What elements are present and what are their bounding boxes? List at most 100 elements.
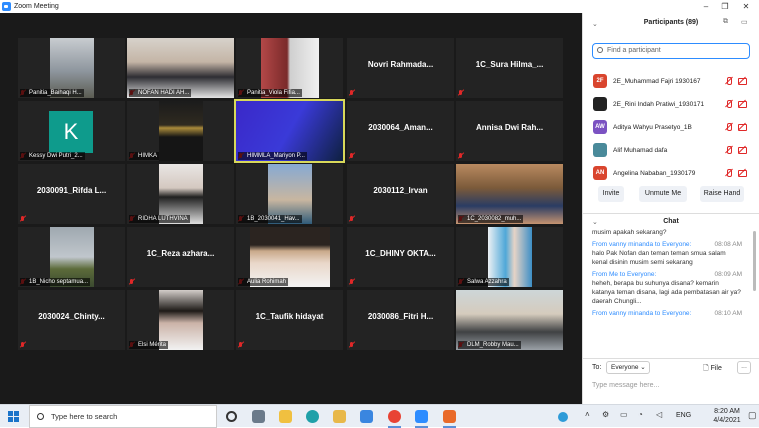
powerpoint-icon[interactable] [443,410,456,428]
video-off-icon [738,100,747,108]
video-tile[interactable]: HIMKA [127,101,234,161]
video-tile[interactable]: Panitia_Baihaqi H... [18,38,125,98]
muted-mic-icon [349,279,355,285]
window-icon[interactable]: ▭ [741,18,748,26]
start-button[interactable] [8,411,19,422]
chat-text: halo Pak Nofan dan teman teman smua sala… [592,250,726,266]
video-tile[interactable]: NOFAN HADI AH... [127,38,234,98]
muted-mic-icon [725,100,733,108]
raise-hand-button[interactable]: Raise Hand [700,186,744,202]
video-tile[interactable]: Annisa Dwi Rah... [456,101,563,161]
network-icon[interactable]: ◔ [638,410,643,419]
participant-display-name: 1C_DHINY OKTA... [365,249,436,258]
muted-mic-icon [349,216,355,222]
more-button[interactable]: ... [737,361,751,374]
zoom-taskbar-icon[interactable] [415,410,428,428]
video-tile[interactable]: DLM_Robby Mau... [456,290,563,350]
participants-title: Participants (89) [643,19,699,26]
participant-label: Elsi Mérita [129,341,169,349]
participant-display-name: 1C_Taufik hidayat [255,312,324,321]
muted-mic-icon [725,146,733,154]
popout-icon[interactable]: ⧉ [723,18,728,26]
video-tile[interactable]: 1B_2030041_Hav... [236,164,343,224]
chat-scrollbar[interactable] [753,231,756,291]
participant-search-input[interactable]: Find a participant [592,43,750,59]
unmute-me-button[interactable]: Unmute Me [639,186,687,202]
video-tile[interactable]: K Kessy Dwi Putri_2... [18,101,125,161]
chat-text: heheh, berapa bu suhunya disana? kemarin… [592,280,741,305]
close-button[interactable]: ✕ [737,0,755,13]
chat-input[interactable]: Type message here... [592,382,659,389]
video-tile[interactable]: 2030091_Rifda L... [18,164,125,224]
participant-row[interactable]: 2E_Rini Indah Pratiwi_1930171 [591,93,753,115]
video-tile[interactable]: 2030024_Chinty... [18,290,125,350]
battery-icon[interactable]: ▭ [620,410,628,419]
video-tile[interactable]: 2030112_Irvan [347,164,454,224]
edge-icon[interactable] [306,410,319,423]
bluetooth-icon[interactable]: ⚙ [602,410,609,419]
participant-row[interactable]: AW Aditya Wahyu Prasetyo_1B [591,116,753,138]
chat-chevron-down-icon[interactable]: ⌄ [592,218,598,226]
maximize-button[interactable]: ❐ [716,0,734,13]
video-tile[interactable]: 2030064_Aman... [347,101,454,161]
video-tile[interactable]: HIMMLA_Mariyon P... [234,99,345,163]
participant-display-name: Annisa Dwi Rah... [475,123,544,132]
chrome-icon[interactable] [388,410,401,428]
video-tile[interactable]: 1C_Reza azhara... [127,227,234,287]
avatar: 2F [593,74,607,88]
k-logo-icon: K [49,111,93,153]
taskbar-search-input[interactable]: Type here to search [29,405,217,428]
video-tile[interactable]: 2030086_Fitri H... [347,290,454,350]
participant-name: Angelina Nababan_1930179 [613,170,696,177]
video-tile[interactable]: Novri Rahmada... [347,38,454,98]
people-icon[interactable] [558,412,568,422]
participant-label: Kessy Dwi Putri_2... [20,152,85,160]
video-tile[interactable]: 1C_Taufik hidayat [236,290,343,350]
muted-mic-icon [725,123,733,131]
chat-message: From Me to Everyone: 08:09 AM heheh, berap… [592,270,742,306]
participant-name: 2E_Muhammad Fajri 1930167 [613,78,701,85]
video-off-icon [738,169,747,177]
participant-row[interactable]: 2F 2E_Muhammad Fajri 1930167 [591,70,753,92]
muted-mic-icon [349,153,355,159]
video-tile[interactable]: 1C_2030082_muh... [456,164,563,224]
clock-time: 8:20 AM [714,408,740,415]
volume-icon[interactable]: ◁ [656,410,662,419]
video-tile[interactable]: 1C_DHINY OKTA... [347,227,454,287]
participant-row[interactable]: Alif Muhamad dafa [591,139,753,161]
participant-label: Panitia_Baihaqi H... [20,89,84,97]
invite-button[interactable]: Invite [598,186,624,202]
video-tile[interactable]: Salwa Azzahra [456,227,563,287]
video-tile[interactable]: Elsi Mérita [127,290,234,350]
side-panel: ⌄ Participants (89) ⧉ ▭ Find a participa… [582,13,759,404]
search-icon [37,413,44,420]
video-tile[interactable]: RIDHA LUTHVINA [127,164,234,224]
clock[interactable]: 8:20 AM 4/4/2021 [705,407,749,425]
cortana-icon[interactable] [226,411,237,422]
file-button[interactable]: 🗋 File [703,364,722,375]
file-label: File [710,365,722,372]
participant-row[interactable]: AN Angelina Nababan_1930179 [591,162,753,184]
video-tile[interactable]: 1C_Sura Hilma_... [456,38,563,98]
participant-label: Panitia_Viola Fifia... [238,89,302,97]
muted-mic-icon [129,279,135,285]
language-indicator[interactable]: ENG [676,412,691,419]
chevron-up-icon[interactable]: ˄ [585,410,590,419]
recipient-value: Everyone [611,364,639,371]
recipient-select[interactable]: Everyone ⌄ [606,361,650,374]
participant-name: 2E_Rini Indah Pratiwi_1930171 [613,101,705,108]
notification-icon[interactable]: ▢ [748,410,757,421]
participant-display-name: 2030091_Rifda L... [36,186,107,195]
file-explorer-icon[interactable] [333,410,346,423]
video-tile[interactable]: Panitia_Viola Fifia... [236,38,343,98]
video-tile[interactable]: 1B_Nicho septamua... [18,227,125,287]
minimize-button[interactable]: – [697,0,715,13]
video-tile[interactable]: Aulia Rohimah [236,227,343,287]
chat-time: 08:08 AM [714,241,742,248]
window-title: Zoom Meeting [14,3,59,10]
store-icon[interactable] [279,410,292,423]
muted-mic-icon [20,216,26,222]
task-view-icon[interactable] [252,410,265,423]
dropbox-icon[interactable] [360,410,373,423]
participant-display-name: Novri Rahmada... [367,60,434,69]
